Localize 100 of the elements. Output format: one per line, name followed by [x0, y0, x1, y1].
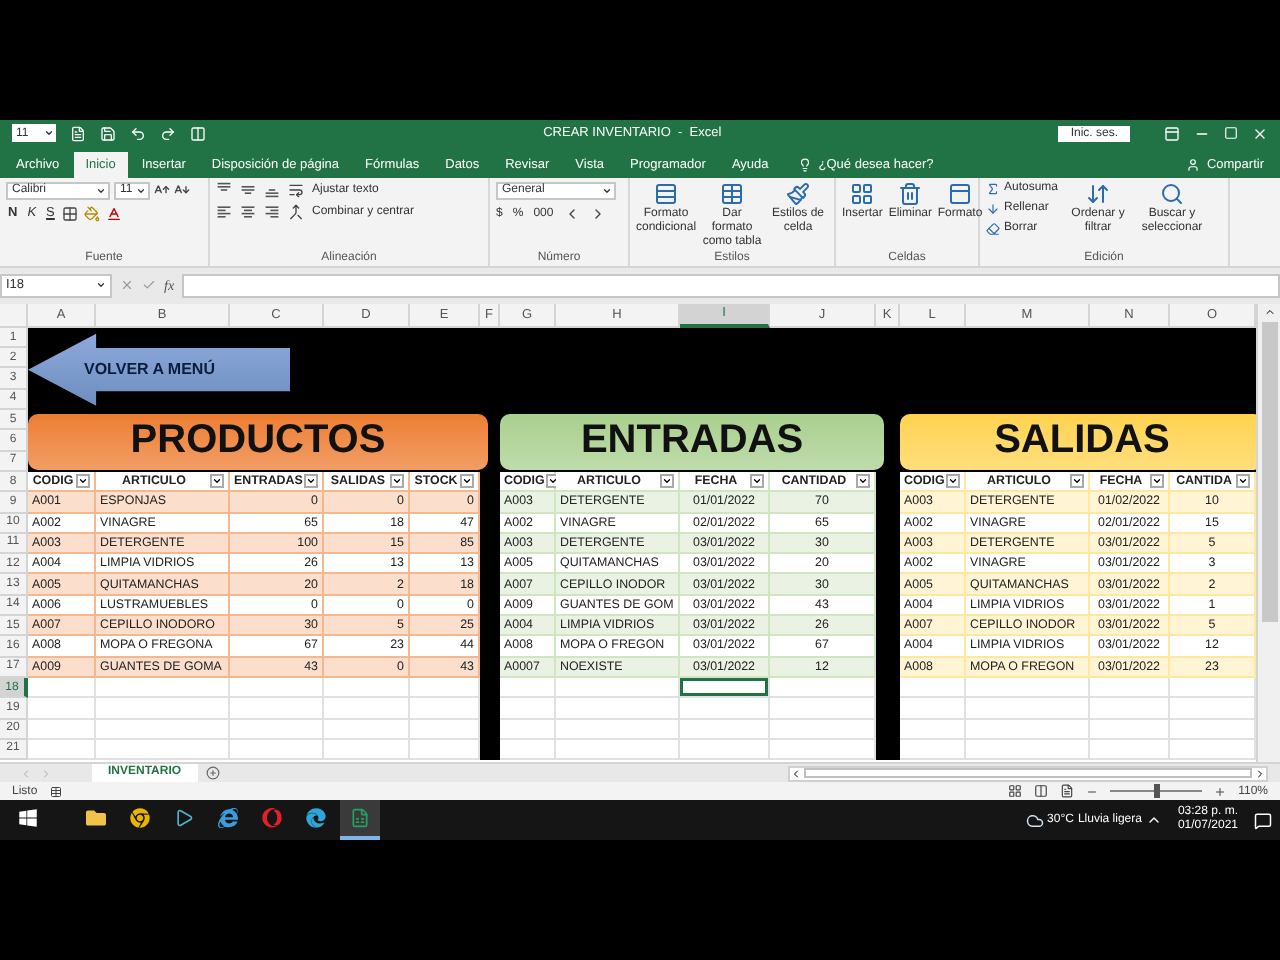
- new-file-icon: [70, 125, 86, 142]
- styles-icon: [654, 181, 678, 206]
- empty-cell[interactable]: [1090, 677, 1170, 699]
- filter-button[interactable]: [660, 474, 674, 489]
- empty-cell[interactable]: [500, 739, 556, 761]
- caret-icon: [1238, 476, 1248, 487]
- filter-button[interactable]: [856, 474, 870, 489]
- empty-cell[interactable]: [1090, 739, 1170, 761]
- align-left-icon[interactable]: [216, 203, 232, 220]
- empty-cell[interactable]: [96, 719, 230, 740]
- align-center-icon[interactable]: [240, 203, 256, 220]
- filter-button[interactable]: [390, 474, 404, 489]
- horizontal-scrollbar[interactable]: [788, 765, 1268, 782]
- filter-button[interactable]: [1150, 474, 1164, 489]
- filter-button[interactable]: [210, 474, 224, 489]
- caret-icon: [392, 476, 402, 487]
- empty-cell[interactable]: [324, 719, 410, 740]
- caret-icon: [752, 476, 762, 487]
- windows-icon: [18, 808, 38, 828]
- font-color-icon: [106, 205, 123, 222]
- empty-cell[interactable]: [324, 698, 410, 719]
- selected-cell[interactable]: [680, 677, 770, 699]
- browser-icon: [262, 808, 282, 828]
- scroll-right-icon[interactable]: [1254, 767, 1266, 780]
- empty-cell[interactable]: [324, 677, 410, 699]
- empty-cell[interactable]: [900, 719, 966, 740]
- caret-icon: [662, 476, 672, 487]
- empty-cell[interactable]: [230, 698, 324, 719]
- empty-cell[interactable]: [410, 739, 480, 761]
- play-icon: [174, 808, 194, 828]
- form-icon: [190, 125, 206, 142]
- shrink-font-icon: [174, 182, 190, 199]
- macro-icon: [49, 785, 62, 798]
- editing-icon: [986, 221, 1000, 236]
- empty-cell[interactable]: [900, 698, 966, 719]
- person-icon: [1186, 157, 1201, 172]
- vertical-scrollbar[interactable]: [1256, 303, 1280, 763]
- caret-icon: [858, 476, 868, 487]
- select-all-corner[interactable]: [0, 303, 28, 328]
- empty-cell[interactable]: [410, 698, 480, 719]
- empty-cell[interactable]: [680, 739, 770, 761]
- empty-cell[interactable]: [230, 719, 324, 740]
- empty-cell[interactable]: [1090, 698, 1170, 719]
- caret-icon: [1152, 476, 1162, 487]
- search-icon: [1160, 181, 1185, 206]
- align-middle-icon[interactable]: [240, 181, 256, 198]
- zoom-in-icon: [1214, 785, 1227, 798]
- filter-button[interactable]: [1070, 474, 1084, 489]
- empty-cell[interactable]: [900, 739, 966, 761]
- empty-cell[interactable]: [556, 698, 680, 719]
- empty-cell[interactable]: [900, 677, 966, 699]
- caret-icon: [96, 280, 106, 291]
- section-banner: ENTRADAS: [500, 413, 884, 470]
- caret-icon: [44, 128, 54, 139]
- empty-cell[interactable]: [410, 677, 480, 699]
- empty-cell[interactable]: [556, 719, 680, 740]
- scroll-left-icon[interactable]: [790, 767, 802, 780]
- empty-cell[interactable]: [770, 677, 876, 699]
- save-icon: [100, 125, 116, 142]
- filter-button[interactable]: [460, 474, 474, 489]
- align-right-icon[interactable]: [264, 203, 280, 220]
- filter-button[interactable]: [750, 474, 764, 489]
- empty-cell[interactable]: [556, 677, 680, 699]
- empty-cell[interactable]: [966, 698, 1090, 719]
- empty-cell[interactable]: [500, 677, 556, 699]
- empty-cell[interactable]: [556, 739, 680, 761]
- grow-font-icon: [154, 182, 170, 199]
- filter-button[interactable]: [304, 474, 319, 489]
- empty-cell[interactable]: [410, 719, 480, 740]
- caret-icon: [212, 476, 222, 487]
- empty-cell[interactable]: [500, 719, 556, 740]
- empty-cell[interactable]: [230, 739, 324, 761]
- empty-cell[interactable]: [770, 739, 876, 761]
- empty-cell[interactable]: [770, 698, 876, 719]
- empty-cell[interactable]: [966, 719, 1090, 740]
- filter-button[interactable]: [1236, 474, 1250, 489]
- empty-cell[interactable]: [680, 698, 770, 719]
- empty-cell[interactable]: [770, 719, 876, 740]
- empty-cell[interactable]: [96, 677, 230, 699]
- browser-icon: [218, 808, 238, 828]
- page-break-icon: [1060, 784, 1075, 799]
- empty-cell[interactable]: [324, 739, 410, 761]
- empty-cell[interactable]: [966, 677, 1090, 699]
- back-to-menu-button[interactable]: VOLVER A MENÚ: [28, 333, 290, 406]
- empty-cell[interactable]: [230, 677, 324, 699]
- empty-cell[interactable]: [1090, 719, 1170, 740]
- empty-cell[interactable]: [500, 698, 556, 719]
- empty-cell[interactable]: [96, 698, 230, 719]
- empty-cell[interactable]: [680, 719, 770, 740]
- zoom-thumb[interactable]: [1153, 784, 1160, 799]
- formula-input[interactable]: [182, 273, 1280, 298]
- cloud-icon: [1025, 811, 1044, 829]
- filter-button[interactable]: [76, 474, 90, 489]
- taskbar-app[interactable]: [340, 800, 380, 840]
- empty-cell[interactable]: [966, 739, 1090, 761]
- empty-cell[interactable]: [96, 739, 230, 761]
- scroll-up-icon[interactable]: [1263, 305, 1275, 318]
- cancel-icon: [120, 278, 134, 293]
- section-banner: PRODUCTOS: [28, 413, 488, 470]
- filter-button[interactable]: [946, 474, 961, 489]
